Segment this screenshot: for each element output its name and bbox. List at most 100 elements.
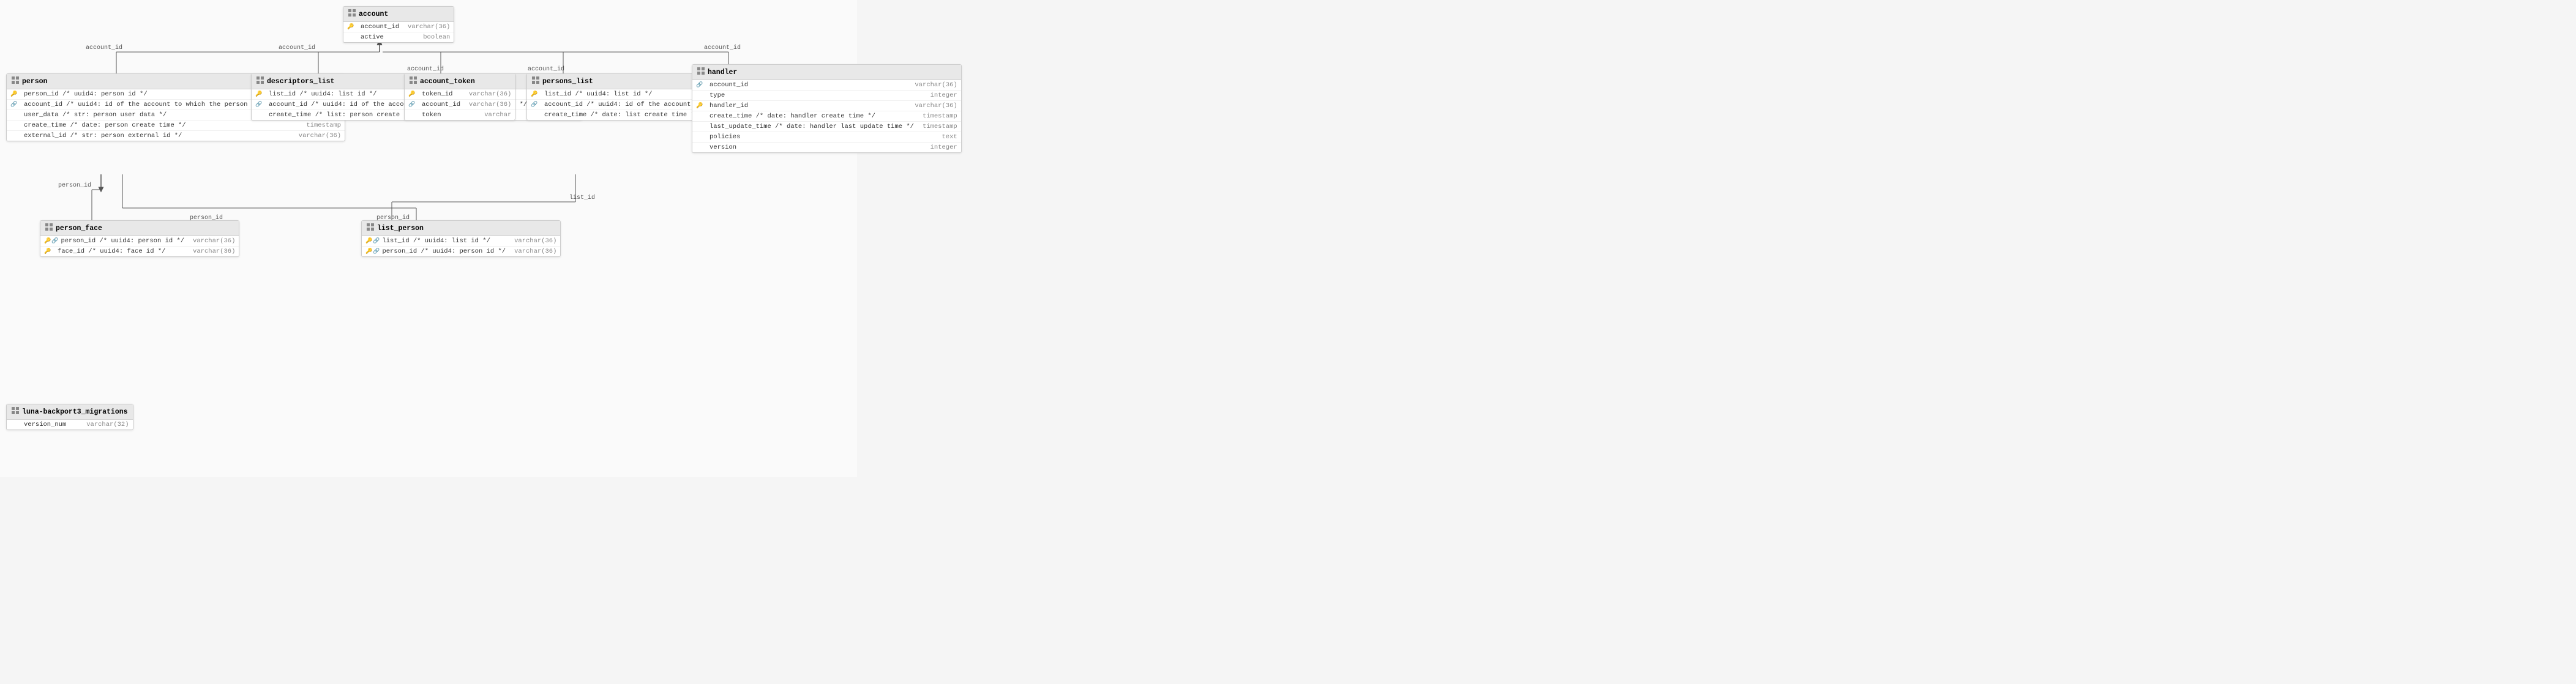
table-row: 🔑 account_id varchar(36) <box>343 22 454 32</box>
table-row: version_numvarchar(32) <box>7 420 133 429</box>
column-icons: 🔑🔗 <box>365 238 380 244</box>
column-type: timestamp <box>923 123 957 130</box>
column-name: face_id /* uuid4: face id */ <box>58 248 184 255</box>
column-icons: 🔗 <box>531 102 542 108</box>
column-type: integer <box>930 92 957 99</box>
column-type: varchar(36) <box>299 132 341 139</box>
table-rows-account_token: 🔑token_idvarchar(36)🔗account_idvarchar(3… <box>405 89 515 120</box>
table-row: create_time /* date: handler create time… <box>692 111 961 122</box>
foreign-key-icon: 🔗 <box>51 238 58 244</box>
column-name: external_id /* str: person external id *… <box>24 132 290 139</box>
svg-text:account_id: account_id <box>86 44 122 51</box>
primary-key-icon: 🔑 <box>365 238 372 244</box>
primary-key-icon: 🔑 <box>347 24 354 30</box>
table-header-person_face: person_face <box>40 221 239 236</box>
table-row: version integer <box>692 143 961 152</box>
column-type: timestamp <box>923 113 957 120</box>
foreign-key-icon: 🔗 <box>255 102 262 108</box>
column-name: list_id /* uuid4: list id */ <box>382 237 506 245</box>
column-type: integer <box>930 144 957 151</box>
table-grid-icon <box>410 76 417 86</box>
column-type: varchar(36) <box>469 101 511 108</box>
primary-key-icon: 🔑 <box>10 91 17 97</box>
svg-text:person_id: person_id <box>58 182 91 189</box>
column-icons: 🔗 <box>696 82 707 88</box>
svg-text:account_id: account_id <box>528 65 564 73</box>
table-name-label: account_token <box>420 78 475 86</box>
table-name-label: person_face <box>56 225 102 232</box>
column-name: type <box>710 92 922 99</box>
table-rows-list_person: 🔑🔗list_id /* uuid4: list id */ varchar(36… <box>362 236 560 256</box>
column-name: version <box>710 144 922 151</box>
column-type: varchar <box>484 111 511 119</box>
column-name: token_id <box>422 91 460 98</box>
column-icons: 🔑🔗 <box>44 238 58 244</box>
column-type: varchar(36) <box>408 23 450 31</box>
table-grid-icon <box>348 9 356 19</box>
column-name: token <box>422 111 476 119</box>
table-header-account_token: account_token <box>405 74 515 89</box>
column-type: varchar(36) <box>915 102 957 110</box>
primary-key-icon: 🔑 <box>365 248 372 255</box>
column-name: create_time /* date: person create time … <box>24 122 298 129</box>
column-name: user_data /* str: person user data */ <box>24 111 286 119</box>
column-name: account_id /* uuid4: id of the account t… <box>24 101 290 108</box>
column-name: policies <box>710 133 933 141</box>
column-icons: 🔑 <box>347 24 358 30</box>
table-person_face: person_face🔑🔗person_id /* uuid4: person … <box>40 220 239 257</box>
table-row: last_update_time /* date: handler last u… <box>692 122 961 132</box>
table-name-label: persons_list <box>542 78 593 86</box>
table-grid-icon <box>12 407 19 417</box>
column-type: varchar(36) <box>915 81 957 89</box>
svg-text:account_id: account_id <box>279 44 315 51</box>
column-type: varchar(32) <box>86 421 129 428</box>
column-icons: 🔑 <box>44 248 55 255</box>
table-row: token varchar <box>405 110 515 120</box>
column-type: varchar(36) <box>514 248 556 255</box>
table-account_token: account_token🔑token_idvarchar(36)🔗accoun… <box>404 73 515 121</box>
column-name: person_id /* uuid4: person id */ <box>61 237 184 245</box>
table-name-label: list_person <box>377 225 424 232</box>
table-row: create_time /* date: person create time … <box>7 121 345 131</box>
primary-key-icon: 🔑 <box>255 91 262 97</box>
table-grid-icon <box>12 76 19 86</box>
svg-text:account_id: account_id <box>407 65 444 73</box>
table-rows-luna_backport3_migrations: version_numvarchar(32) <box>7 420 133 429</box>
table-rows-person_face: 🔑🔗person_id /* uuid4: person id */varcha… <box>40 236 239 256</box>
column-name: person_id /* uuid4: person id */ <box>24 91 290 98</box>
table-grid-icon <box>697 67 705 77</box>
column-name: account_id <box>361 23 399 31</box>
table-rows-handler: 🔗account_idvarchar(36)typeinteger🔑handle… <box>692 80 961 152</box>
column-icons: 🔑🔗 <box>365 248 380 255</box>
table-row: type integer <box>692 91 961 101</box>
column-icons: 🔑 <box>531 91 542 97</box>
table-row: 🔗account_idvarchar(36) <box>405 100 515 110</box>
table-grid-icon <box>367 223 374 233</box>
column-name: create_time /* date: handler create time… <box>710 113 914 120</box>
foreign-key-icon: 🔗 <box>531 102 537 108</box>
svg-text:list_id: list_id <box>569 194 595 201</box>
table-name-label: person <box>22 78 47 86</box>
table-header-list_person: list_person <box>362 221 560 236</box>
column-icons: 🔑 <box>10 91 21 97</box>
column-icons: 🔗 <box>10 102 21 108</box>
table-rows-account: 🔑account_idvarchar(36)activeboolean <box>343 22 454 42</box>
table-row: 🔑face_id /* uuid4: face id */varchar(36) <box>40 247 239 256</box>
column-type: timestamp <box>306 122 341 129</box>
foreign-key-icon: 🔗 <box>373 238 380 244</box>
svg-text:account_id: account_id <box>704 44 741 51</box>
table-header-luna_backport3_migrations: luna-backport3_migrations <box>7 404 133 420</box>
column-name: account_id <box>422 101 460 108</box>
column-icons: 🔗 <box>255 102 266 108</box>
table-row: policiestext <box>692 132 961 143</box>
table-handler: handler🔗account_idvarchar(36)typeinteger… <box>692 64 962 153</box>
primary-key-icon: 🔑 <box>408 91 415 97</box>
table-luna_backport3_migrations: luna-backport3_migrationsversion_numvarc… <box>6 404 133 430</box>
column-icons: 🔑 <box>408 91 419 97</box>
column-name: person_id /* uuid4: person id */ <box>382 248 506 255</box>
table-row: 🔑🔗person_id /* uuid4: person id */ varcha… <box>362 247 560 256</box>
primary-key-icon: 🔑 <box>44 238 51 244</box>
primary-key-icon: 🔑 <box>531 91 537 97</box>
table-row: external_id /* str: person external id *… <box>7 131 345 141</box>
primary-key-icon: 🔑 <box>696 103 703 109</box>
